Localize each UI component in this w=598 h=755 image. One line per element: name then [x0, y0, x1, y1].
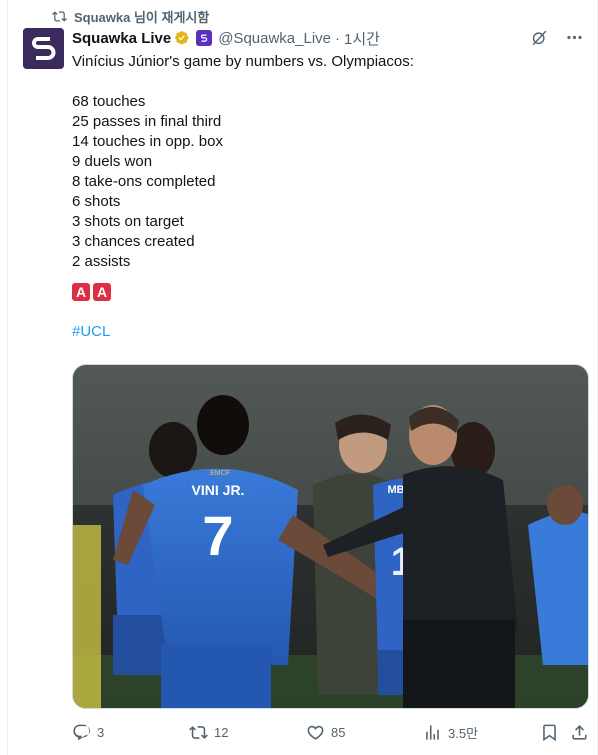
share-button[interactable] [570, 723, 589, 742]
heart-icon [307, 725, 324, 740]
views-button[interactable]: 3.5만 [423, 723, 478, 742]
repost-count: 12 [214, 724, 229, 740]
stat-line: 3 chances created [72, 233, 195, 250]
tweet-header: Squawka Live @Squawka_Live · 1시간 [72, 28, 586, 48]
tweet-time[interactable]: 1시간 [344, 28, 380, 49]
views-count: 3.5만 [448, 725, 479, 741]
red-a-emoji-icon: A [72, 283, 90, 301]
repost-icon [189, 725, 208, 739]
stat-line: 6 shots [72, 193, 121, 210]
tweet-photo[interactable]: VINI JR. 7 EMCF 10 MBAPPÉ [72, 364, 589, 709]
like-count: 85 [331, 724, 346, 740]
avatar[interactable] [23, 28, 64, 69]
retweet-label: Squawka 님이 재게시함 [74, 9, 210, 25]
more-options-icon[interactable] [565, 28, 584, 47]
repost-button[interactable]: 12 [189, 723, 228, 742]
hashtag-link[interactable]: #UCL [72, 322, 572, 342]
stat-line: 8 take-ons completed [72, 173, 216, 190]
grok-icon[interactable] [530, 28, 549, 47]
author-name[interactable]: Squawka Live [72, 30, 171, 47]
action-bar: 3 12 85 3.5만 [72, 721, 589, 743]
stat-line: 14 touches in opp. box [72, 133, 223, 150]
stat-line: 3 shots on target [72, 213, 184, 230]
stat-line: 9 duels won [72, 153, 153, 170]
tweet-text: Vinícius Júnior's game by numbers vs. Ol… [72, 52, 572, 342]
jersey-sponsor: EMCF [210, 470, 230, 477]
tweet-intro: Vinícius Júnior's game by numbers vs. Ol… [72, 53, 414, 70]
separator-dot: · [335, 29, 341, 47]
timeline-left-border [0, 0, 8, 755]
reply-count: 3 [97, 724, 105, 740]
stat-line: 25 passes in final third [72, 113, 222, 130]
verified-badge-icon[interactable] [174, 30, 191, 47]
stat-line: 2 assists [72, 253, 131, 270]
retweet-indicator[interactable]: Squawka 님이 재게시함 [52, 7, 209, 25]
bookmark-icon [543, 724, 556, 741]
header-actions [530, 28, 584, 47]
jersey-number: 7 [202, 504, 233, 567]
reply-icon [73, 724, 90, 740]
affiliate-badge-icon[interactable] [196, 30, 213, 46]
jersey-name: VINI JR. [192, 482, 245, 498]
red-a-emoji-icon: A [93, 283, 111, 301]
like-button[interactable]: 85 [306, 723, 345, 742]
reply-button[interactable]: 3 [72, 723, 104, 742]
emoji-row: A A [72, 283, 572, 301]
views-chart-icon [426, 724, 439, 740]
squawka-logo-icon [23, 28, 64, 69]
repost-icon [52, 10, 67, 22]
bookmark-button[interactable] [540, 723, 559, 742]
share-icon [572, 724, 587, 740]
stat-line: 68 touches [72, 93, 146, 110]
author-handle[interactable]: @Squawka_Live [218, 30, 331, 47]
